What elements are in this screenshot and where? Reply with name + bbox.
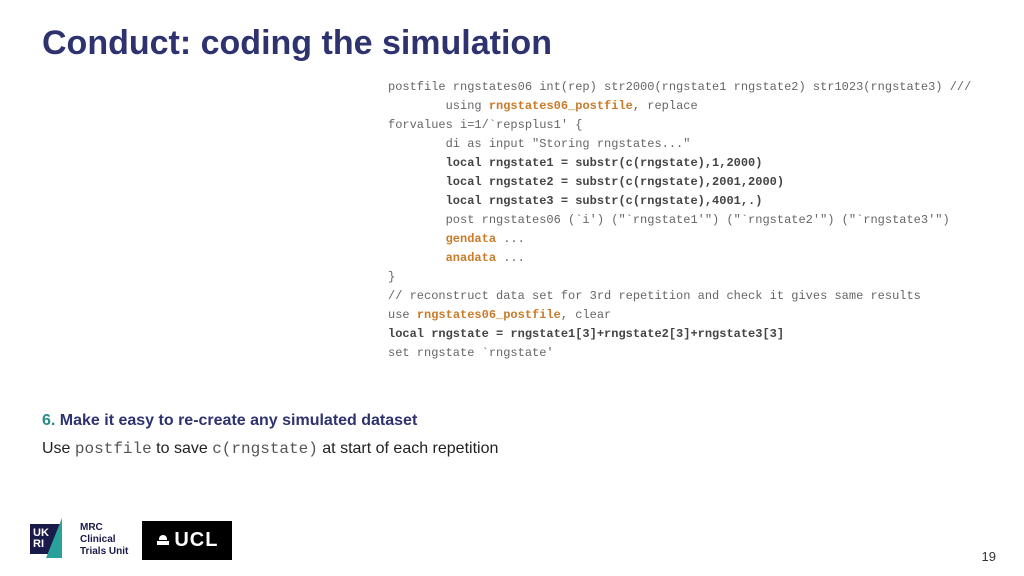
- code-line: using rngstates06_postfile, replace: [388, 97, 971, 116]
- bullet-text: Make it easy to re-create any simulated …: [55, 412, 417, 429]
- code-line: set rngstate `rngstate': [388, 344, 971, 363]
- ukri-logo-icon: UKRI: [30, 518, 74, 562]
- code-line: // reconstruct data set for 3rd repetiti…: [388, 287, 971, 306]
- ukri-logo-block: UKRI MRC Clinical Trials Unit: [30, 518, 128, 562]
- page-number: 19: [982, 549, 996, 564]
- code-line: di as input "Storing rngstates...": [388, 135, 971, 154]
- footer: UKRI MRC Clinical Trials Unit UCL: [30, 518, 232, 562]
- code-line: }: [388, 268, 971, 287]
- code-line: postfile rngstates06 int(rep) str2000(rn…: [388, 78, 971, 97]
- code-line: forvalues i=1/`repsplus1' {: [388, 116, 971, 135]
- code-line: local rngstate = rngstate1[3]+rngstate2[…: [388, 325, 971, 344]
- ucl-logo: UCL: [142, 521, 232, 560]
- code-line: local rngstate3 = substr(c(rngstate),400…: [388, 192, 971, 211]
- ucl-dome-icon: [156, 533, 170, 547]
- code-line: post rngstates06 (`i') ("`rngstate1'") (…: [388, 211, 971, 230]
- bullet-number: 6.: [42, 412, 55, 429]
- code-line: anadata ...: [388, 249, 971, 268]
- mrc-text: MRC Clinical Trials Unit: [80, 522, 128, 558]
- code-line: use rngstates06_postfile, clear: [388, 306, 971, 325]
- bullet-point: 6. Make it easy to re-create any simulat…: [42, 412, 417, 430]
- slide-title: Conduct: coding the simulation: [42, 24, 552, 63]
- code-line: local rngstate2 = substr(c(rngstate),200…: [388, 173, 971, 192]
- code-block: postfile rngstates06 int(rep) str2000(rn…: [388, 78, 971, 363]
- description-text: Use postfile to save c(rngstate) at star…: [42, 440, 498, 458]
- code-line: gendata ...: [388, 230, 971, 249]
- code-line: local rngstate1 = substr(c(rngstate),1,2…: [388, 154, 971, 173]
